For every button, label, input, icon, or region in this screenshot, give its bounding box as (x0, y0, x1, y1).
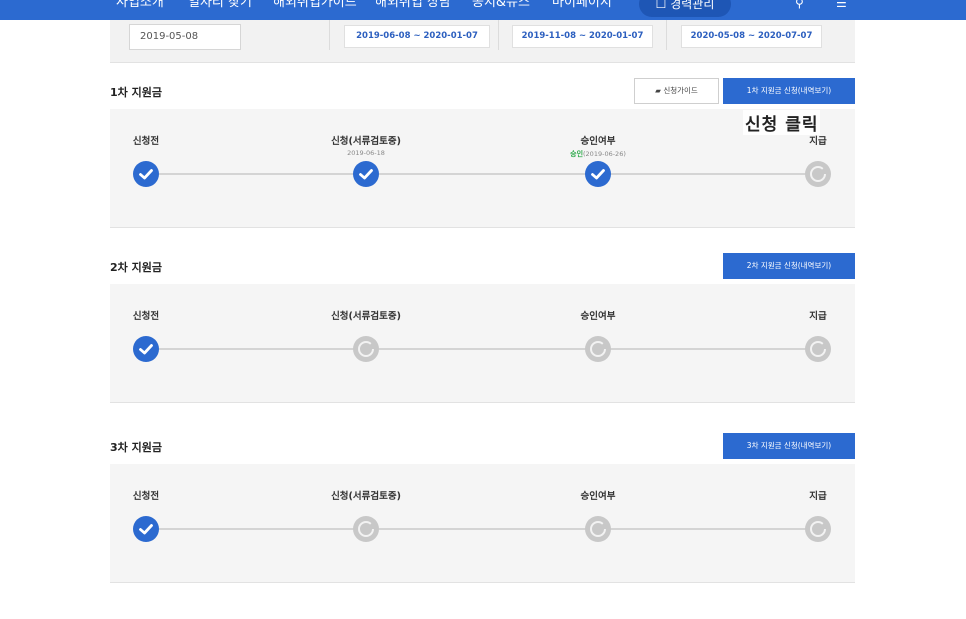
divider (498, 20, 499, 50)
step-label-review: 신청(서류검토중) (331, 136, 401, 147)
guide-button[interactable]: ▰ 신청가이드 (634, 78, 719, 104)
step-label-approval: 승인여부 (580, 136, 616, 147)
search-icon[interactable]: ⚲ (795, 0, 804, 10)
round-3-panel: 신청전 신청(서류검토중) 승인여부 지급 (110, 464, 855, 583)
step-pending-icon (585, 336, 611, 362)
round-1-apply-button[interactable]: 1차 지원금 신청(내역보기) (723, 78, 855, 104)
step-complete-icon (133, 516, 159, 542)
step-label-review: 신청(서류검토중) (331, 311, 401, 322)
progress-track (146, 348, 818, 350)
step-label-payment: 지급 (809, 311, 827, 322)
nav-item-about[interactable]: 사업소개 (116, 0, 164, 13)
step-complete-icon (133, 161, 159, 187)
career-button-label: 경력관리 (670, 0, 715, 11)
step-label-approval: 승인여부 (580, 491, 616, 502)
round-2-apply-button[interactable]: 2차 지원금 신청(내역보기) (723, 253, 855, 279)
period-2: 2019-11-08 ~ 2020-01-07 (512, 25, 653, 48)
menu-icon[interactable]: ☰ (836, 0, 847, 10)
step-complete-icon (585, 161, 611, 187)
nav-item-guide[interactable]: 해외취업가이드 (273, 0, 357, 13)
top-nav: 사업소개 일자리 찾기 해외취업가이드 해외취업 상담 공지&뉴스 마이페이지 … (0, 0, 966, 20)
step-pending-icon (805, 516, 831, 542)
step-label-approval: 승인여부 (580, 311, 616, 322)
step-label-before: 신청전 (132, 491, 160, 502)
step-pending-icon (805, 161, 831, 187)
step-complete-icon (133, 336, 159, 362)
approved-text: 승인 (570, 150, 584, 158)
round-2-title: 2차 지원금 (110, 261, 162, 274)
step-label-payment: 지급 (809, 136, 827, 147)
period-3: 2020-05-08 ~ 2020-07-07 (681, 25, 822, 48)
progress-track (146, 528, 818, 530)
summary-strip: 2019-05-08 2019-06-08 ~ 2020-01-07 2019-… (110, 20, 855, 63)
nav-item-jobs[interactable]: 일자리 찾기 (188, 0, 252, 13)
round-3-apply-button[interactable]: 3차 지원금 신청(내역보기) (723, 433, 855, 459)
step-complete-icon (353, 161, 379, 187)
step-label-payment: 지급 (809, 491, 827, 502)
date-field[interactable]: 2019-05-08 (129, 24, 241, 50)
approval-date: (2019-06-26) (583, 150, 626, 158)
nav-item-consulting[interactable]: 해외취업 상담 (375, 0, 451, 13)
round-1-title: 1차 지원금 (110, 86, 162, 99)
divider (666, 20, 667, 50)
divider (329, 20, 330, 50)
step-pending-icon (353, 516, 379, 542)
nav-item-mypage[interactable]: 마이페이지 (552, 0, 612, 13)
progress-track (146, 173, 818, 175)
guide-button-label: 신청가이드 (663, 86, 698, 95)
round-3-title: 3차 지원금 (110, 441, 162, 454)
apply-date: 2019-06-18 (347, 149, 385, 157)
step-pending-icon (353, 336, 379, 362)
approval-status: 승인(2019-06-26) (570, 149, 626, 159)
external-link-icon: ☐ (655, 0, 671, 11)
career-button[interactable]: ☐ 경력관리 (639, 0, 731, 17)
period-1: 2019-06-08 ~ 2020-01-07 (344, 25, 490, 48)
apply-click-annotation: 신청 클릭 (743, 110, 821, 135)
nav-item-news[interactable]: 공지&뉴스 (472, 0, 530, 13)
round-2-panel: 신청전 신청(서류검토중) 승인여부 지급 (110, 284, 855, 403)
step-label-review: 신청(서류검토중) (331, 491, 401, 502)
step-label-before: 신청전 (132, 311, 160, 322)
step-pending-icon (805, 336, 831, 362)
step-label-before: 신청전 (132, 136, 160, 147)
step-pending-icon (585, 516, 611, 542)
